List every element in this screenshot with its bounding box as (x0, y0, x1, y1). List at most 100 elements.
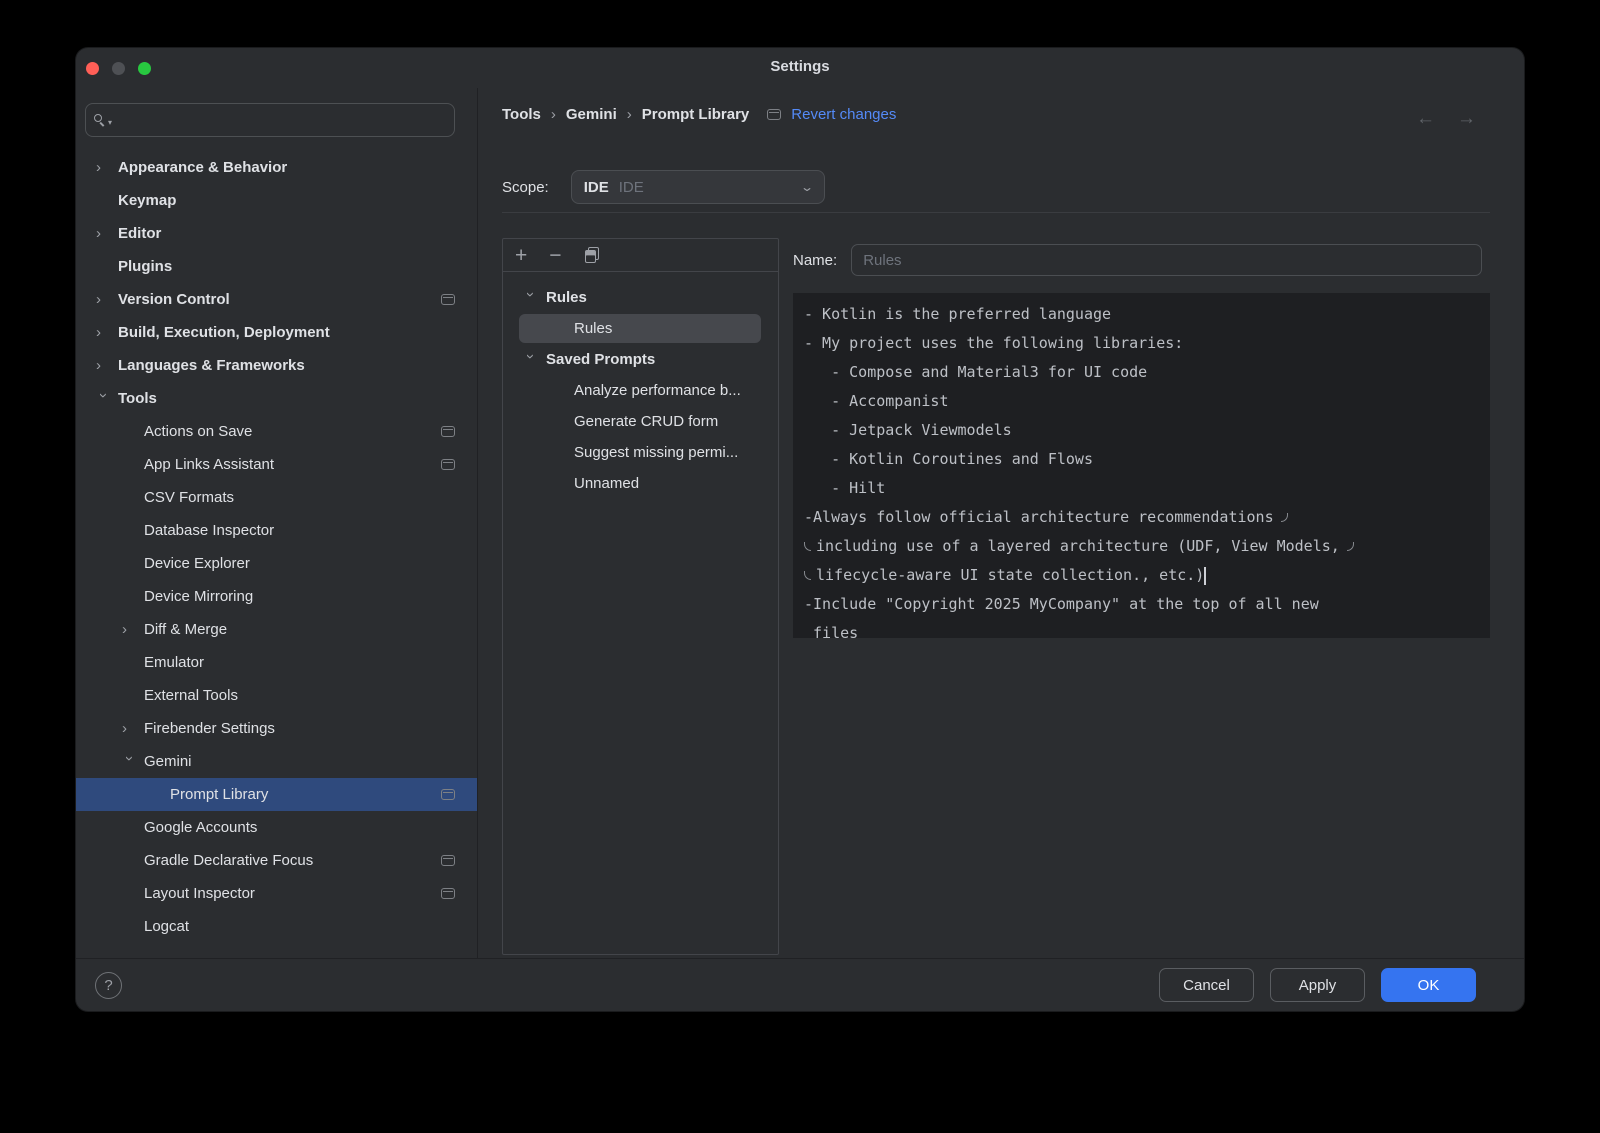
chevron-right-icon: › (551, 106, 556, 123)
revert-changes-link[interactable]: Revert changes (791, 106, 896, 123)
prompt-tree-item-label: Suggest missing permi... (574, 444, 738, 461)
chevron-right-icon[interactable]: › (96, 324, 118, 341)
editor-line-text: including use of a layered architecture … (816, 532, 1340, 561)
editor-line: - Compose and Material3 for UI code (804, 358, 1490, 387)
back-arrow-icon[interactable]: ← (1416, 108, 1435, 130)
sidebar-item-appearance-behavior[interactable]: ›Appearance & Behavior (76, 151, 477, 184)
sidebar-item-emulator[interactable]: Emulator (76, 646, 477, 679)
editor-line: lifecycle-aware UI state collection., et… (804, 561, 1490, 590)
breadcrumb-tools[interactable]: Tools (502, 106, 541, 123)
sidebar-item-plugins[interactable]: Plugins (76, 250, 477, 283)
settings-indicator-icon (441, 888, 455, 899)
chevron-right-icon[interactable]: › (122, 720, 144, 737)
sidebar-item-device-mirroring[interactable]: Device Mirroring (76, 580, 477, 613)
sidebar-item-actions-on-save[interactable]: Actions on Save (76, 415, 477, 448)
prompt-tree-item-label: Rules (546, 289, 587, 306)
sidebar-item-logcat[interactable]: Logcat (76, 910, 477, 943)
scope-selected-hint: IDE (619, 179, 644, 196)
breadcrumb-gemini[interactable]: Gemini (566, 106, 617, 123)
sidebar-item-diff-merge[interactable]: ›Diff & Merge (76, 613, 477, 646)
sidebar-item-label: Editor (118, 225, 161, 242)
duplicate-prompt-button[interactable] (584, 247, 600, 263)
footer-bar: ? Cancel Apply OK (76, 958, 1524, 1011)
prompt-toolbar: + − (503, 239, 778, 272)
prompt-name-input[interactable] (851, 244, 1482, 276)
search-input[interactable] (112, 112, 446, 128)
soft-wrap-indicator-icon (804, 571, 811, 580)
sidebar-item-firebender-settings[interactable]: ›Firebender Settings (76, 712, 477, 745)
ok-button[interactable]: OK (1381, 968, 1476, 1002)
prompt-tree-item-label: Generate CRUD form (574, 413, 718, 430)
sidebar-item-build-execution-deployment[interactable]: ›Build, Execution, Deployment (76, 316, 477, 349)
sidebar-item-label: Plugins (118, 258, 172, 275)
sidebar-item-label: App Links Assistant (144, 456, 274, 473)
add-prompt-button[interactable]: + (515, 245, 527, 266)
editor-line-text: lifecycle-aware UI state collection., et… (816, 561, 1204, 590)
scope-dropdown[interactable]: IDE IDE ⌄ (571, 170, 825, 204)
sidebar-item-app-links-assistant[interactable]: App Links Assistant (76, 448, 477, 481)
help-button[interactable]: ? (95, 972, 122, 999)
editor-line: -Include "Copyright 2025 MyCompany" at t… (804, 590, 1490, 619)
sidebar-item-version-control[interactable]: ›Version Control (76, 283, 477, 316)
prompt-tree-item-unnamed[interactable]: Unnamed (503, 468, 778, 499)
prompt-tree-item-rules[interactable]: Rules (503, 313, 778, 344)
sidebar-item-label: Google Accounts (144, 819, 257, 836)
sidebar-item-label: Version Control (118, 291, 230, 308)
prompt-tree-item-suggest-missing-permi[interactable]: Suggest missing permi... (503, 437, 778, 468)
apply-button[interactable]: Apply (1270, 968, 1365, 1002)
chevron-down-icon[interactable]: › (522, 292, 539, 315)
remove-prompt-button[interactable]: − (549, 245, 561, 266)
sidebar-item-google-accounts[interactable]: Google Accounts (76, 811, 477, 844)
scope-label: Scope: (502, 179, 549, 196)
chevron-down-icon[interactable]: › (522, 354, 539, 377)
settings-indicator-icon (767, 109, 781, 120)
prompt-list-panel: + − ›RulesRules›Saved PromptsAnalyze per… (502, 238, 779, 955)
sidebar-item-external-tools[interactable]: External Tools (76, 679, 477, 712)
editor-line-text: -Always follow official architecture rec… (804, 503, 1274, 532)
sidebar-item-languages-frameworks[interactable]: ›Languages & Frameworks (76, 349, 477, 382)
prompt-tree-item-saved-prompts[interactable]: › Saved Prompts (503, 344, 778, 375)
forward-arrow-icon[interactable]: → (1457, 108, 1476, 130)
editor-line: -Always follow official architecture rec… (804, 503, 1490, 532)
sidebar-item-label: Layout Inspector (144, 885, 255, 902)
chevron-right-icon[interactable]: › (96, 159, 118, 176)
soft-wrap-indicator-icon (804, 542, 811, 551)
prompt-tree-item-rules[interactable]: › Rules (503, 282, 778, 313)
sidebar-item-label: Build, Execution, Deployment (118, 324, 330, 341)
sidebar-item-gradle-declarative-focus[interactable]: Gradle Declarative Focus (76, 844, 477, 877)
sidebar-item-keymap[interactable]: Keymap (76, 184, 477, 217)
prompt-text-editor[interactable]: - Kotlin is the preferred language- My p… (793, 293, 1490, 638)
sidebar-item-gemini[interactable]: ›Gemini (76, 745, 477, 778)
editor-line: - Hilt (804, 474, 1490, 503)
sidebar-item-label: Languages & Frameworks (118, 357, 305, 374)
sidebar-divider (477, 88, 478, 958)
chevron-down-icon[interactable]: › (121, 756, 138, 778)
chevron-right-icon[interactable]: › (96, 225, 118, 242)
sidebar-item-csv-formats[interactable]: CSV Formats (76, 481, 477, 514)
settings-indicator-icon (441, 789, 455, 800)
chevron-right-icon[interactable]: › (96, 357, 118, 374)
editor-line-text: - Kotlin is the preferred language (804, 300, 1111, 329)
editor-line-text: -Include "Copyright 2025 MyCompany" at t… (804, 590, 1319, 619)
chevron-down-icon[interactable]: › (95, 393, 112, 415)
sidebar-item-tools[interactable]: ›Tools (76, 382, 477, 415)
chevron-right-icon: › (627, 106, 632, 123)
sidebar-item-label: CSV Formats (144, 489, 234, 506)
cancel-button[interactable]: Cancel (1159, 968, 1254, 1002)
scope-selected-value: IDE (584, 179, 609, 196)
window-title: Settings (76, 58, 1524, 75)
prompt-tree-item-label: Saved Prompts (546, 351, 655, 368)
chevron-right-icon[interactable]: › (122, 621, 144, 638)
sidebar-item-prompt-library[interactable]: Prompt Library (76, 778, 477, 811)
sidebar-item-device-explorer[interactable]: Device Explorer (76, 547, 477, 580)
sidebar-item-editor[interactable]: ›Editor (76, 217, 477, 250)
search-icon[interactable] (94, 114, 106, 126)
prompt-tree-item-generate-crud-form[interactable]: Generate CRUD form (503, 406, 778, 437)
sidebar-item-layout-inspector[interactable]: Layout Inspector (76, 877, 477, 910)
settings-search-field[interactable]: ▾ (85, 103, 455, 137)
soft-wrap-indicator-icon (1281, 513, 1288, 522)
sidebar-item-label: External Tools (144, 687, 238, 704)
sidebar-item-database-inspector[interactable]: Database Inspector (76, 514, 477, 547)
prompt-tree-item-analyze-performance-b[interactable]: Analyze performance b... (503, 375, 778, 406)
chevron-right-icon[interactable]: › (96, 291, 118, 308)
